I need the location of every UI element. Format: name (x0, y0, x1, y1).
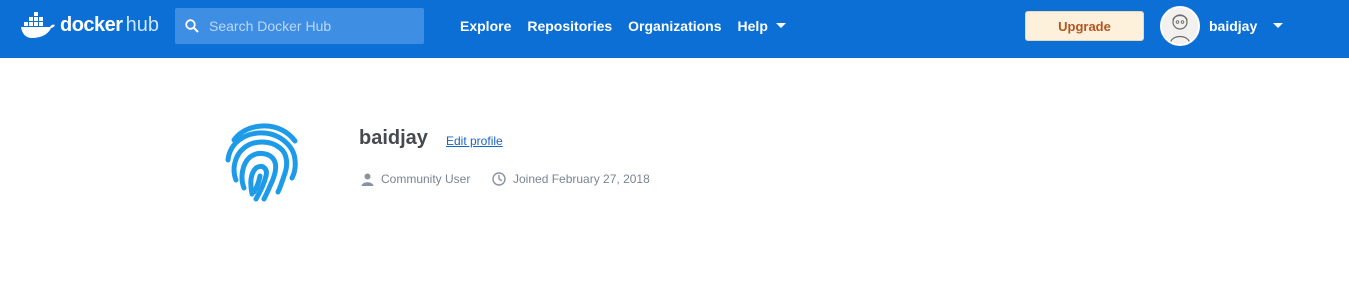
profile-username: baidjay (359, 127, 428, 149)
fingerprint-icon (225, 123, 298, 202)
profile-joined-text: Joined February 27, 2018 (513, 172, 650, 186)
nav-explore[interactable]: Explore (460, 18, 511, 34)
logo-text-docker: docker (60, 13, 123, 36)
help-chevron-down-icon[interactable] (775, 23, 786, 29)
search-icon (185, 19, 199, 33)
clock-icon (492, 172, 506, 186)
nav-organizations[interactable]: Organizations (628, 18, 721, 34)
docker-hub-logo[interactable]: docker hub (20, 10, 159, 40)
top-navigation-bar: docker hub Explore Repositories Organiza… (0, 0, 1349, 58)
nav-help[interactable]: Help (738, 18, 768, 34)
logo-text-hub: hub (125, 13, 159, 36)
person-icon (361, 173, 374, 186)
user-avatar-illustration-icon (1162, 8, 1198, 44)
docker-whale-icon (21, 12, 55, 38)
profile-role-text: Community User (381, 172, 471, 186)
upgrade-button[interactable]: Upgrade (1025, 11, 1144, 41)
user-menu[interactable]: baidjay (1160, 6, 1284, 46)
user-menu-username[interactable]: baidjay (1209, 18, 1257, 34)
profile-avatar (222, 120, 304, 202)
profile-joined-date: Joined February 27, 2018 (492, 172, 650, 186)
user-chevron-down-icon[interactable] (1273, 23, 1284, 29)
search-box[interactable] (175, 8, 424, 44)
main-navigation: Explore Repositories Organizations Help (460, 0, 786, 52)
nav-repositories[interactable]: Repositories (527, 18, 612, 34)
edit-profile-link[interactable]: Edit profile (446, 134, 503, 148)
user-avatar[interactable] (1160, 6, 1200, 46)
search-input[interactable] (209, 18, 409, 34)
profile-role: Community User (361, 172, 470, 186)
